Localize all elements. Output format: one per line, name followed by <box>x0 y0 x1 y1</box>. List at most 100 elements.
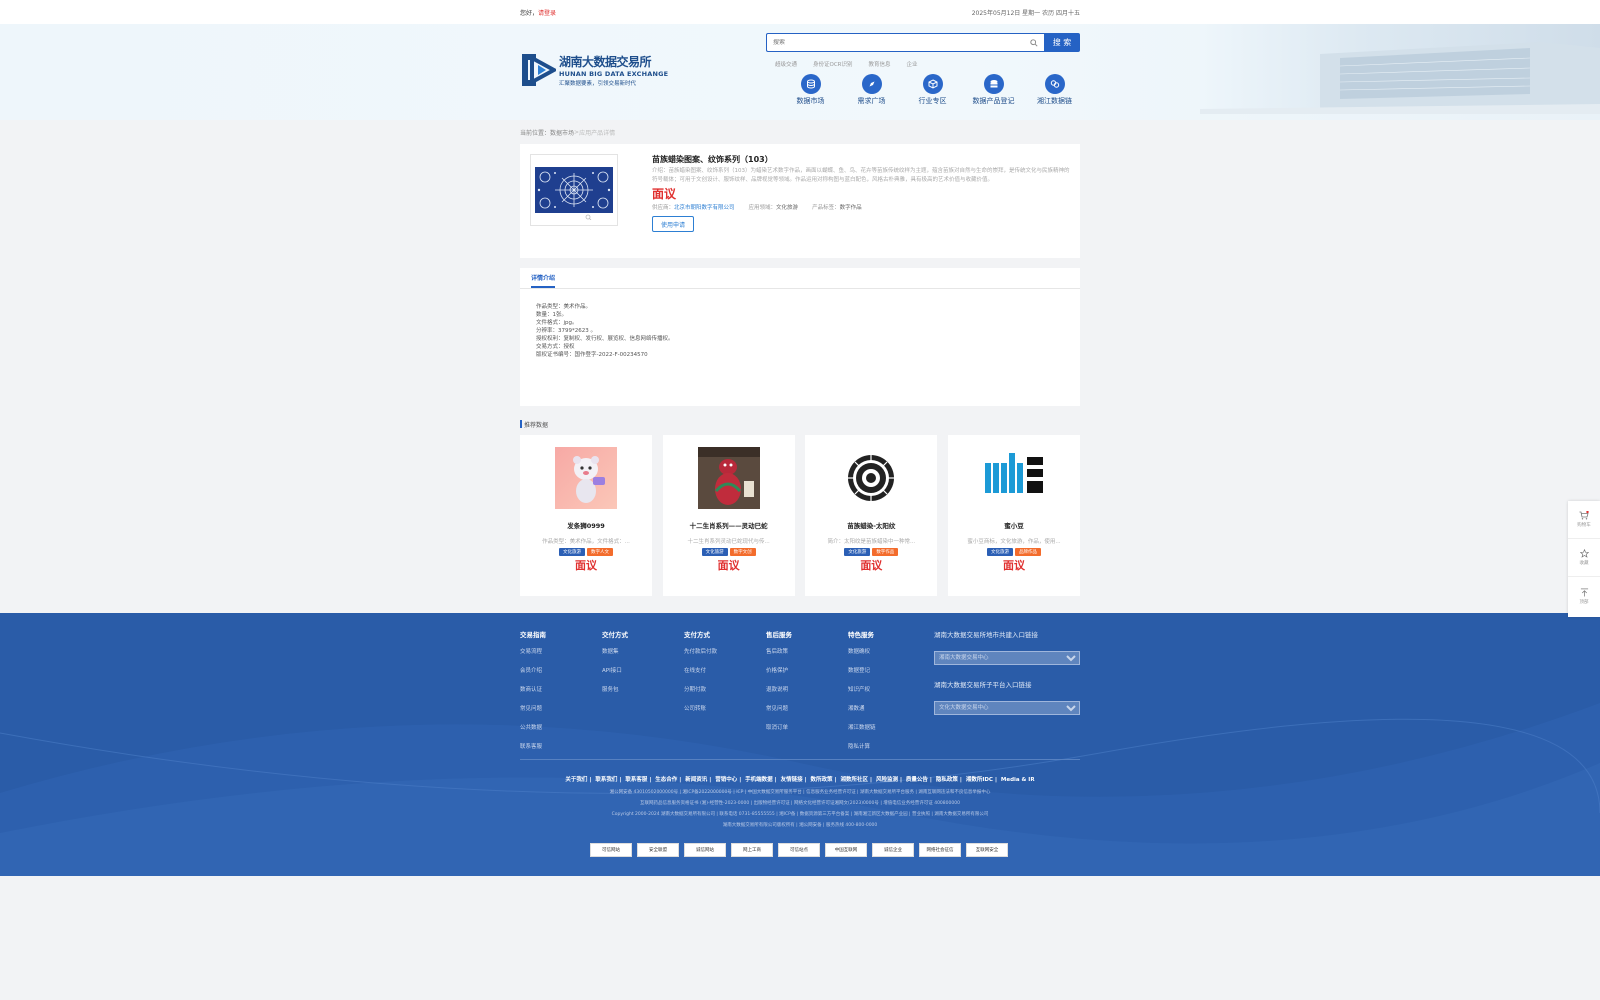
portal1-select[interactable]: 湘南大数据交易中心 <box>934 651 1080 665</box>
footer-legal-line-1: 湘公网安备 43010502000000号 | 湘ICP备2022000000号… <box>609 790 991 795</box>
hot-keyword[interactable]: 超级交通 <box>775 60 797 68</box>
footer-bottom-link[interactable]: 质量公告 <box>906 777 928 783</box>
footer-link[interactable]: 隐私计算 <box>848 742 930 750</box>
detail-tabs: 详情介绍 <box>520 268 1080 289</box>
footer-link[interactable]: 退款说明 <box>766 685 848 693</box>
footer-link[interactable]: 知识产权 <box>848 685 930 693</box>
trust-badge[interactable]: 中国互联网 <box>825 843 867 857</box>
cart-icon <box>1579 511 1589 520</box>
nav-industry-zone[interactable]: 行业专区 <box>902 74 963 106</box>
footer-bottom-link[interactable]: 生态合作 <box>655 777 677 783</box>
recommend-card[interactable]: 苗族蜡染-太阳纹 简介：太阳纹是苗族蜡染中一种常... 文化旅游 数字作品 面议 <box>805 435 938 596</box>
detail-line: 交易方式：授权 <box>536 344 575 350</box>
footer-bottom-link[interactable]: 数所政策 <box>811 777 833 783</box>
footer-bottom-link[interactable]: 手机端数据 <box>745 777 773 783</box>
trust-badge[interactable]: 安全联盟 <box>637 843 679 857</box>
footer-link[interactable]: 公共数据 <box>520 723 602 731</box>
trust-badges: 可信网站 安全联盟 诚信网站 网上工商 可信站点 中国互联网 诚信企业 网络社会… <box>590 843 1008 857</box>
tab-detail[interactable]: 详情介绍 <box>531 273 556 288</box>
footer-bottom-link[interactable]: Media & IR <box>1001 777 1035 783</box>
footer-link[interactable]: 在线支付 <box>684 666 766 674</box>
footer-link[interactable]: API接口 <box>602 666 684 674</box>
footer-bottom-link[interactable]: 联系客服 <box>625 777 647 783</box>
search-button[interactable]: 搜 索 <box>1044 33 1080 52</box>
trust-badge[interactable]: 可信站点 <box>778 843 820 857</box>
footer-link[interactable]: 先付款后付款 <box>684 647 766 655</box>
footer-col-title: 交付方式 <box>602 631 628 639</box>
footer-bottom-link[interactable]: 联系我们 <box>595 777 617 783</box>
login-link[interactable]: 请登录 <box>538 10 556 17</box>
card-price: 面议 <box>860 559 883 572</box>
hot-keyword[interactable]: 教育信息 <box>869 60 891 68</box>
footer-link[interactable]: 数据集 <box>602 647 684 655</box>
supplier-link[interactable]: 北京市朝阳数字有限公司 <box>674 205 735 211</box>
trust-badge[interactable]: 诚信网站 <box>684 843 726 857</box>
back-to-top-button[interactable]: 顶部 <box>1568 577 1600 615</box>
footer-bottom-link[interactable]: 营销中心 <box>715 777 737 783</box>
logo-slogan: 汇聚数据要素，引领交易新时代 <box>559 81 637 87</box>
footer-link[interactable]: 公司转账 <box>684 704 766 712</box>
arrow-up-icon <box>1580 588 1588 597</box>
cart-button[interactable]: 购物车 <box>1568 501 1600 539</box>
footer-link[interactable]: 服务包 <box>602 685 684 693</box>
apply-button[interactable]: 使用申请 <box>652 216 694 232</box>
search-input[interactable] <box>773 39 1013 46</box>
cart-label: 购物车 <box>1577 523 1591 528</box>
floating-toolbar: 购物车 收藏 顶部 <box>1568 501 1600 617</box>
portal2-select[interactable]: 文化大数据交易中心 <box>934 701 1080 715</box>
footer-link[interactable]: 湘江数据链 <box>848 723 930 731</box>
top-bar: 您好，请登录 2025年05月12日 星期一 农历 四月十五 <box>0 0 1600 24</box>
card-desc: 十二生肖系列灵动巳蛇现代与传... <box>687 539 770 545</box>
footer-bottom-link[interactable]: 新闻资讯 <box>685 777 707 783</box>
footer-bottom-link[interactable]: 友情链接 <box>781 777 803 783</box>
footer-link[interactable]: 分期付款 <box>684 685 766 693</box>
footer-link[interactable]: 取消订单 <box>766 723 848 731</box>
card-title: 十二生肖系列——灵动巳蛇 <box>689 522 768 530</box>
footer-bottom-links: 关于我们 | 联系我们 | 联系客服 | 生态合作 | 新闻资讯 | 营销中心 | 手机端数… <box>565 777 1035 783</box>
favorite-button[interactable]: 收藏 <box>1568 539 1600 577</box>
recommend-card[interactable]: 发条狮0999 作品类型：美术作品，文件格式：... 文化旅游 数字人文 面议 <box>520 435 652 596</box>
hot-keyword[interactable]: 企业 <box>907 60 918 68</box>
register-icon <box>983 74 1004 94</box>
zoom-icon[interactable] <box>585 214 593 220</box>
footer-link[interactable]: 价格保护 <box>766 666 848 674</box>
footer-link[interactable]: 数据确权 <box>848 647 930 655</box>
recommend-card[interactable]: 蜜小豆 蜜小豆商标，文化旅游，作品，使用... 文化旅游 品牌作品 面议 <box>947 435 1080 596</box>
nav-xiangjiang-chain[interactable]: 湘江数据链 <box>1024 74 1085 106</box>
hot-keyword[interactable]: 身份证OCR识别 <box>813 60 853 68</box>
footer-link[interactable]: 数据登记 <box>848 666 930 674</box>
breadcrumb-data-market[interactable]: 数据市场 <box>550 128 574 137</box>
nav-demand-square[interactable]: 需求广场 <box>841 74 902 106</box>
nav-product-register[interactable]: 数据产品登记 <box>963 74 1024 106</box>
footer-bottom-link[interactable]: 关于我们 <box>565 777 587 783</box>
trust-badge[interactable]: 互联网安全 <box>966 843 1008 857</box>
trust-badge[interactable]: 网络社会征信 <box>919 843 961 857</box>
footer-bottom-link[interactable]: 风险监测 <box>876 777 898 783</box>
breadcrumb: 当前位置： 数据市场 > 应用产品详情 <box>520 120 1080 144</box>
footer-link[interactable]: 联系客服 <box>520 742 602 750</box>
search-icon[interactable] <box>1030 38 1038 47</box>
footer-link[interactable]: 常见问题 <box>766 704 848 712</box>
trust-badge[interactable]: 诚信企业 <box>872 843 914 857</box>
trust-badge[interactable]: 可信网站 <box>590 843 632 857</box>
footer-link[interactable]: 湘数通 <box>848 704 930 712</box>
footer-link[interactable]: 数商认证 <box>520 685 602 693</box>
snake-figure-image <box>697 447 760 509</box>
logo-icon <box>522 54 556 86</box>
footer-bottom-link[interactable]: 湘数所社区 <box>841 777 869 783</box>
footer-bottom-link[interactable]: 湘数所IDC <box>966 777 993 783</box>
footer-link[interactable]: 售后政策 <box>766 647 848 655</box>
heading-accent-bar <box>520 420 522 428</box>
footer-link[interactable]: 常见问题 <box>520 704 602 712</box>
footer-link[interactable]: 交易流程 <box>520 647 602 655</box>
nav-data-market[interactable]: 数据市场 <box>780 74 841 106</box>
footer-bottom-link[interactable]: 隐私政策 <box>936 777 958 783</box>
detail-line: 文件格式：jpg。 <box>536 320 578 326</box>
product-title: 苗族蜡染图案、纹饰系列（103） <box>652 155 773 164</box>
nav-label: 行业专区 <box>918 97 947 105</box>
footer-link[interactable]: 会员介绍 <box>520 666 602 674</box>
logo[interactable]: 湖南大数据交易所 HUNAN BIG DATA EXCHANGE 汇聚数据要素，… <box>520 50 668 90</box>
recommend-card[interactable]: 十二生肖系列——灵动巳蛇 十二生肖系列灵动巳蛇现代与传... 文化旅游 数字文创 … <box>662 435 795 596</box>
search-bar: 搜 索 <box>766 33 1080 52</box>
trust-badge[interactable]: 网上工商 <box>731 843 773 857</box>
